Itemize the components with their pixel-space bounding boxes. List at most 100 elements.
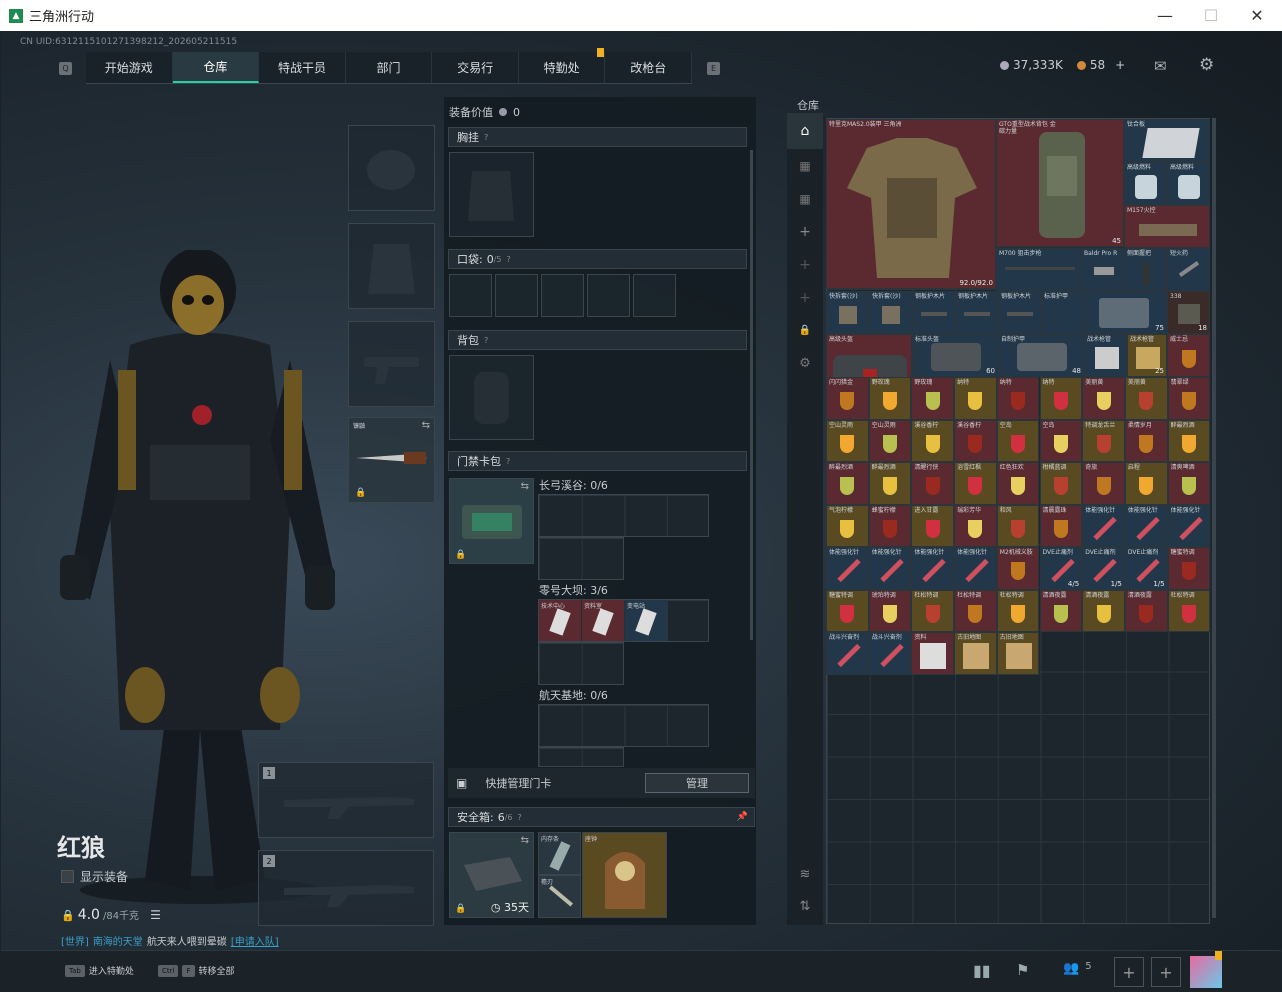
q-key-icon[interactable]: Q — [59, 62, 72, 75]
stash-item-ammo[interactable]: 338 18 — [1167, 291, 1210, 334]
stash-item-consumable[interactable]: 野玫瑰 — [868, 377, 912, 420]
stash-item-consumable[interactable]: 空山灵雨 — [868, 419, 912, 462]
stash-page-2-icon[interactable]: ▦ — [787, 149, 823, 182]
stash-item-consumable[interactable]: 清酒夜露 — [1082, 589, 1125, 632]
friends-button[interactable]: 👥 5 — [1063, 961, 1092, 976]
stash-item-consumable[interactable]: M2机械义肢 — [996, 547, 1040, 590]
swap-icon[interactable]: ⇆ — [521, 481, 529, 492]
e-key-icon[interactable]: E — [707, 62, 720, 75]
backpack-slot[interactable] — [449, 355, 534, 440]
help-icon[interactable]: ? — [484, 133, 488, 142]
stash-item-m700[interactable]: M700 狙击步枪 — [996, 248, 1081, 291]
pin-icon[interactable]: 📌 — [737, 812, 748, 822]
stash-item-consumable[interactable]: 体能强化针 — [826, 547, 869, 590]
stash-item-consumable[interactable]: 古旧地图 — [996, 632, 1040, 675]
mail-icon[interactable]: ✉ — [1154, 57, 1167, 75]
stash-item-consumable[interactable]: 资料 — [911, 632, 955, 675]
key-grid-dam-2[interactable] — [538, 642, 624, 685]
tab-operators[interactable]: 特战干员 — [259, 52, 346, 83]
show-equipment-toggle[interactable]: 显示装备 — [61, 868, 128, 885]
melee-slot[interactable]: 镰鼬 ⇆ 🔒 — [348, 417, 435, 503]
stash-item-fuel[interactable]: 高级燃料 — [1167, 162, 1210, 205]
stash-item-consumable[interactable]: 柑橘蓝调 — [1039, 462, 1083, 505]
manage-button[interactable]: 管理 — [645, 773, 749, 793]
stash-item-plate[interactable]: 钛合板 — [1124, 119, 1210, 162]
tab-stash[interactable]: 仓库 — [172, 52, 260, 83]
help-icon[interactable]: ? — [484, 336, 488, 345]
stash-item-consumable[interactable]: 清晨露珠 — [1039, 504, 1083, 547]
add-page-icon[interactable]: + — [787, 248, 823, 281]
add-page-icon[interactable]: + — [787, 215, 823, 248]
stash-item-fire-control[interactable]: M157火控 — [1124, 205, 1210, 248]
armor-slot[interactable] — [348, 223, 435, 309]
stash-item-consumable[interactable]: 琥珀特调 — [868, 589, 912, 632]
stash-item-consumable[interactable]: 柔情岁月 — [1124, 419, 1168, 462]
stash-item-consumable[interactable]: 空岛 — [996, 419, 1040, 462]
swap-icon[interactable]: ⇆ — [521, 835, 529, 846]
lock-icon[interactable]: 🔒 — [787, 314, 823, 347]
stash-item-baldr[interactable]: Baldr Pro R — [1081, 248, 1124, 291]
stash-item-consumable[interactable]: 体能强化针 — [868, 547, 912, 590]
stash-item-consumable[interactable]: 战斗兴奋剂 — [826, 632, 869, 675]
settings-gear-icon[interactable]: ⚙ — [1199, 55, 1214, 75]
pocket-slot[interactable] — [495, 274, 538, 317]
player-avatar[interactable] — [1190, 956, 1222, 988]
list-icon[interactable]: ☰ — [150, 908, 161, 922]
close-button[interactable]: ✕ — [1234, 0, 1280, 31]
stash-item-consumable[interactable]: 空山灵雨 — [826, 419, 869, 462]
stash-item-grip[interactable]: 侧面握把 — [1124, 248, 1167, 291]
pocket-slot[interactable] — [587, 274, 630, 317]
stash-item-consumable[interactable]: 浴雪红枫 — [954, 462, 997, 505]
safe-box-slot[interactable]: ⇆ 🔒 ◷ 35天 — [449, 832, 534, 918]
stash-item-consumable[interactable]: 醉最烈酒 — [826, 462, 869, 505]
stash-item-consumable[interactable]: 特调龙舌兰 — [1082, 419, 1125, 462]
stash-item-consumable[interactable]: 启程 — [1124, 462, 1168, 505]
stash-item-consumable[interactable]: 瑞彩芳华 — [954, 504, 997, 547]
stash-item-consumable[interactable]: 纳特 — [996, 377, 1040, 420]
primary-weapon-slot-1[interactable]: 1 — [258, 762, 434, 838]
join-party-link[interactable]: [申请入队] — [231, 933, 279, 948]
pocket-slot[interactable] — [633, 274, 676, 317]
stash-scrollbar[interactable] — [1212, 118, 1216, 918]
stash-item-consumable[interactable]: 体能强化针 — [1124, 504, 1168, 547]
safe-item-ram[interactable]: 内存条 — [538, 832, 581, 875]
key-grid-valley[interactable] — [538, 494, 709, 537]
key-grid-valley-2[interactable] — [538, 537, 624, 580]
tab-department[interactable]: 部门 — [346, 52, 433, 83]
keycard-case-slot[interactable]: ⇆ 🔒 — [449, 478, 534, 564]
stash-item-consumable[interactable]: 奇旅 — [1082, 462, 1125, 505]
stash-item-consumable[interactable]: 空岛 — [1039, 419, 1083, 462]
stash-item-consumable[interactable]: 体能强化针 — [954, 547, 997, 590]
stash-item-consumable[interactable]: 气泡柠檬 — [826, 504, 869, 547]
filter-gear-icon[interactable]: ⚙ — [787, 347, 823, 380]
stash-item-consumable[interactable]: 闪闪猎金 — [826, 377, 869, 420]
stash-item-armor[interactable]: 特里克MAS2.0装甲 三角洲 92.0/92.0 — [826, 119, 996, 289]
layers-icon[interactable]: ≋ — [787, 859, 823, 889]
stash-item-consumable[interactable]: 红色狂欢 — [996, 462, 1040, 505]
minimize-button[interactable]: — — [1142, 0, 1188, 31]
special-ops-shortcut[interactable]: Tab 进入特勤处 — [65, 964, 134, 977]
stash-item-consumable[interactable]: DVE止痛剂 1/5 — [1124, 547, 1168, 590]
stash-item-consumable[interactable]: 战斗兴奋剂 — [868, 632, 912, 675]
helmet-slot[interactable] — [348, 125, 435, 211]
stash-item-backpack[interactable]: GTO重型战术背包 金碳力量 45 — [996, 119, 1124, 247]
invite-slot-button[interactable]: + — [1151, 957, 1181, 987]
stash-item-attachment[interactable]: 快拆套(沙) — [869, 291, 912, 334]
stash-item-attachment[interactable]: 标准护甲 — [1041, 291, 1084, 334]
stash-item-barrel[interactable]: 战术枪管 — [1084, 334, 1127, 377]
stash-item-consumable[interactable]: 古旧地图 — [954, 632, 997, 675]
keycard-item[interactable]: 资料室 — [582, 600, 624, 641]
stash-item-consumable[interactable]: 杜松特调 — [996, 589, 1040, 632]
keycard-item[interactable]: 技术中心 — [539, 600, 581, 641]
stash-item-consumable[interactable]: 杜松特调 — [954, 589, 997, 632]
key-grid-space-2[interactable] — [538, 747, 624, 767]
chat-user[interactable]: 南海的天堂 — [93, 933, 143, 948]
stash-item-consumable[interactable]: 醉最烈酒 — [1167, 419, 1211, 462]
maximize-button[interactable]: ☐ — [1188, 0, 1234, 31]
invite-slot-button[interactable]: + — [1114, 957, 1144, 987]
stash-item-attachment[interactable]: 快拆套(沙) — [826, 291, 869, 334]
add-currency-button[interactable]: + — [1115, 58, 1125, 72]
stash-item-consumable[interactable]: 纳特 — [954, 377, 997, 420]
stash-item-consumable[interactable]: 翡翠绿 — [1167, 377, 1211, 420]
pocket-slot[interactable] — [449, 274, 492, 317]
